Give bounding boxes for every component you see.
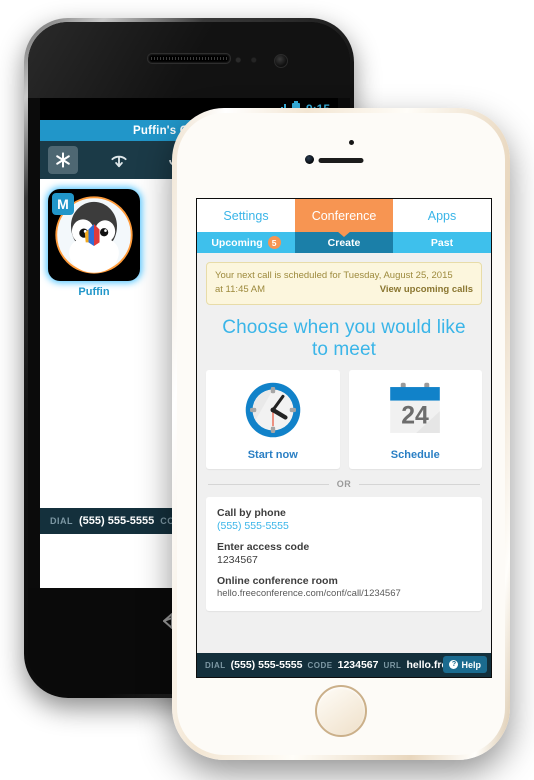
access-code-title: Enter access code <box>217 541 310 554</box>
online-room-title: Online conference room <box>217 575 338 588</box>
front-camera-icon <box>274 54 288 68</box>
divider-line-right <box>359 483 480 485</box>
info-group-online-room: Online conference room hello.freeconfere… <box>217 575 471 599</box>
schedule-button[interactable]: 24 Schedule <box>348 370 482 470</box>
tab-past[interactable]: Past <box>393 232 491 253</box>
puffin-avatar-icon: M <box>48 189 140 281</box>
code-value[interactable]: 1234567 <box>338 659 379 671</box>
tab-apps[interactable]: Apps <box>393 199 491 232</box>
tab-create-label: Create <box>327 236 361 249</box>
android-top-bezel <box>28 22 350 98</box>
access-code-value: 1234567 <box>217 554 258 567</box>
or-divider: OR <box>208 479 480 489</box>
schedule-label: Schedule <box>390 448 440 461</box>
dial-number[interactable]: (555) 555-5555 <box>79 515 154 527</box>
iphone-device: Settings Conference Apps Upcoming 5 Crea… <box>172 108 510 760</box>
front-camera-icon <box>305 155 314 164</box>
tab-conference[interactable]: Conference <box>295 199 393 232</box>
clock-icon <box>242 379 304 446</box>
dial-number[interactable]: (555) 555-5555 <box>231 659 303 671</box>
participant-name: Puffin <box>78 286 110 298</box>
start-now-button[interactable]: Start now <box>206 370 340 470</box>
start-now-label: Start now <box>247 448 298 461</box>
notice-line-1: Your next call is scheduled for Tuesday,… <box>215 270 453 281</box>
calendar-day-number: 24 <box>401 402 429 429</box>
divider-label: OR <box>336 479 352 490</box>
asterisk-keypad-icon[interactable] <box>48 146 78 174</box>
upcoming-count-badge: 5 <box>267 236 281 249</box>
info-group-access-code: Enter access code 1234567 <box>217 541 471 566</box>
home-button[interactable] <box>315 685 367 737</box>
earpiece-speaker-icon <box>318 158 364 163</box>
tab-create[interactable]: Create <box>295 232 393 253</box>
divider-line-left <box>208 483 329 485</box>
proximity-sensor-icon <box>233 57 259 63</box>
question-mark-icon: ? <box>449 660 459 669</box>
main-tab-bar: Settings Conference Apps <box>197 199 491 232</box>
info-group-phone: Call by phone (555) 555-5555 <box>217 507 471 532</box>
notice-line-2: at 11:45 AM <box>215 283 265 295</box>
dial-label: DIAL <box>205 660 226 670</box>
conference-create-panel: Your next call is scheduled for Tuesday,… <box>197 253 491 653</box>
proximity-sensor-icon <box>349 140 354 145</box>
moderator-badge: M <box>52 193 74 215</box>
code-label: CODE <box>307 660 333 670</box>
iphone-bottom-bar: DIAL (555) 555-5555 CODE 1234567 URL hel… <box>197 653 491 677</box>
iphone-screen: Settings Conference Apps Upcoming 5 Crea… <box>196 198 492 678</box>
tab-settings[interactable]: Settings <box>197 199 295 232</box>
page-title: Choose when you would like to meet <box>222 316 466 360</box>
call-by-phone-number[interactable]: (555) 555-5555 <box>217 520 471 532</box>
dial-in-info-card: Call by phone (555) 555-5555 Enter acces… <box>206 497 482 612</box>
sub-tab-bar: Upcoming 5 Create Past <box>197 232 491 253</box>
meeting-choice-row: Start now 24 Schedule <box>206 370 482 470</box>
iphone-body: Settings Conference Apps Upcoming 5 Crea… <box>177 113 505 755</box>
tab-past-label: Past <box>430 236 454 249</box>
tab-upcoming-label: Upcoming <box>211 236 263 249</box>
calendar-icon: 24 <box>384 379 446 446</box>
call-by-phone-title: Call by phone <box>217 507 286 520</box>
view-upcoming-calls-link[interactable]: View upcoming calls <box>380 283 473 297</box>
earpiece-speaker-icon <box>147 53 231 64</box>
dial-label: DIAL <box>50 516 73 526</box>
help-label: Help <box>461 659 481 670</box>
help-button[interactable]: ? Help <box>443 656 487 673</box>
hangup-phone-icon[interactable] <box>104 146 134 174</box>
online-room-url[interactable]: hello.freeconference.com/conf/call/12345… <box>217 588 471 599</box>
next-call-notice: Your next call is scheduled for Tuesday,… <box>206 262 482 305</box>
participant-tile[interactable]: M Puffin <box>48 189 140 298</box>
url-label: URL <box>383 660 402 670</box>
tab-upcoming[interactable]: Upcoming 5 <box>197 232 295 253</box>
